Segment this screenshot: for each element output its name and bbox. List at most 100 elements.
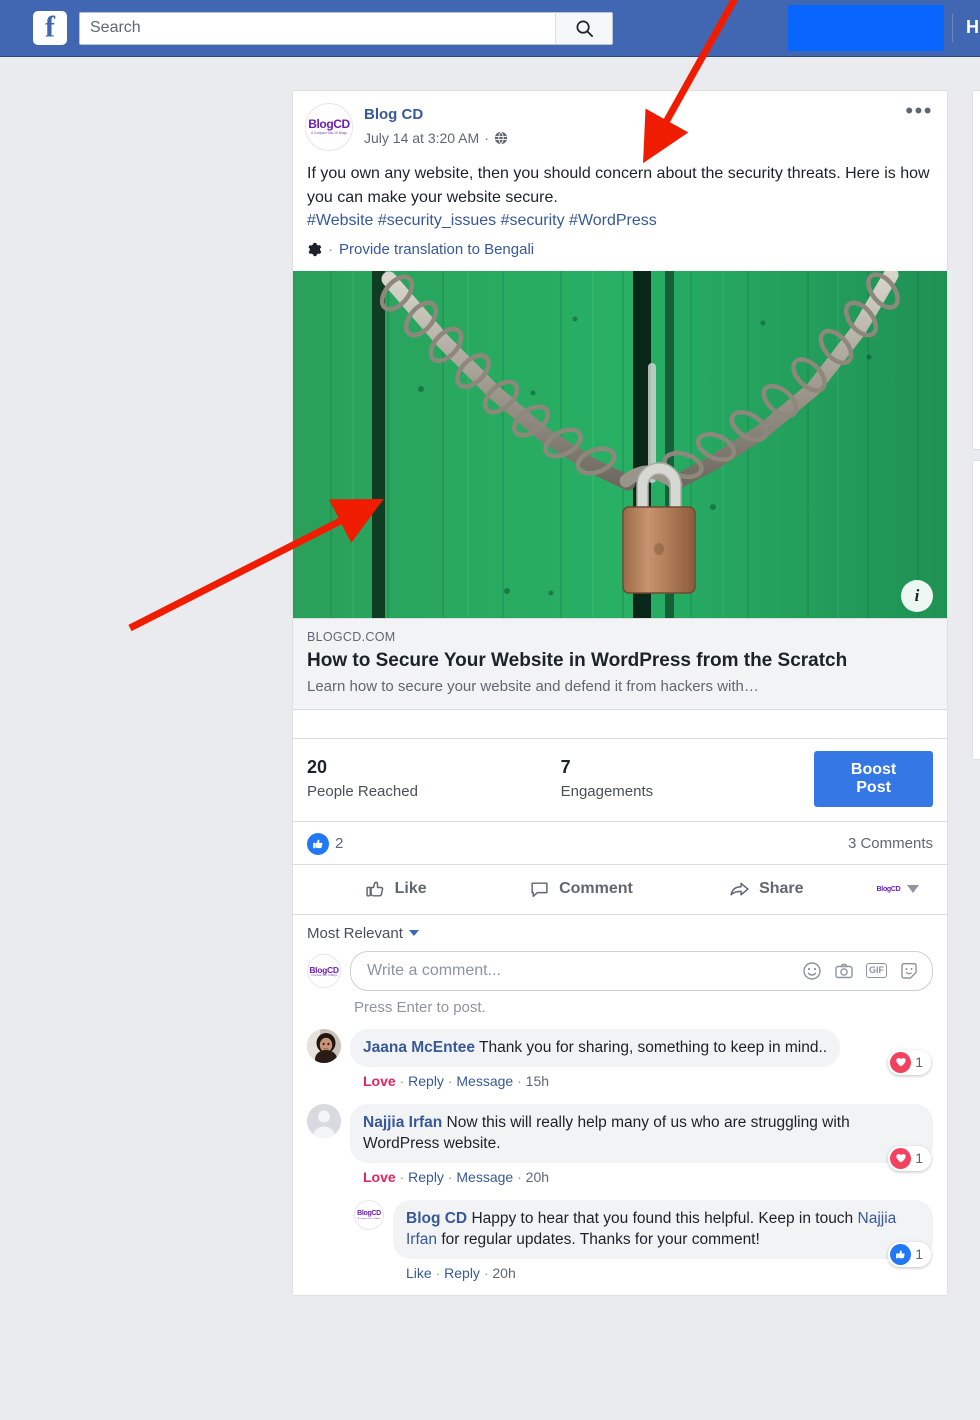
facebook-topbar: H	[0, 0, 980, 57]
share-button[interactable]: Share	[674, 869, 859, 910]
comments-count-link[interactable]: 3 Comments	[848, 835, 933, 852]
comment-actions: Love · Reply · Message · 15h	[350, 1072, 933, 1091]
comment-reaction-badge[interactable]: 1	[888, 1241, 931, 1267]
page-avatar[interactable]: BlogCD A Compact Disc Of Blogs	[305, 103, 353, 151]
comment-reply-link[interactable]: Reply	[444, 1265, 480, 1281]
comment-bubble: Jaana McEntee Thank you for sharing, som…	[350, 1028, 841, 1067]
search-input[interactable]	[80, 12, 555, 44]
post-timestamp[interactable]: July 14 at 3:20 AM	[364, 128, 479, 148]
boost-post-button[interactable]: Boost Post	[814, 750, 933, 807]
thumbs-up-icon	[890, 1243, 912, 1265]
comment-message-link[interactable]: Message	[456, 1169, 513, 1185]
reaction-badge-count: 1	[915, 1246, 923, 1262]
translate-link[interactable]: Provide translation to Bengali	[339, 241, 534, 258]
profile-photo	[307, 1028, 341, 1063]
reach-label: People Reached	[307, 782, 418, 800]
comment-actions: Like · Reply · 20h	[393, 1264, 933, 1283]
comment-timestamp[interactable]: 20h	[526, 1169, 549, 1185]
comment-reaction-badge[interactable]: 1	[888, 1049, 931, 1075]
comment-reaction-badge[interactable]: 1	[888, 1145, 931, 1171]
thumbs-up-icon[interactable]	[307, 832, 329, 855]
link-preview[interactable]: BLOGCD.COM How to Secure Your Website in…	[293, 617, 947, 710]
photo-info-button[interactable]: i	[901, 579, 933, 612]
camera-icon[interactable]	[834, 961, 854, 981]
comment-bubble: Najjia Irfan Now this will really help m…	[350, 1103, 933, 1163]
commenter-avatar[interactable]	[307, 1103, 341, 1138]
reaction-badge-count: 1	[915, 1054, 923, 1070]
nav-home-link[interactable]: H	[966, 17, 979, 38]
comment-sort-selector[interactable]: Most Relevant	[307, 925, 933, 951]
action-separator: ·	[483, 1264, 489, 1281]
action-separator: ·	[447, 1168, 453, 1185]
comment-timestamp[interactable]: 15h	[526, 1073, 549, 1089]
sticker-icon[interactable]	[899, 961, 919, 981]
commenter-avatar[interactable]	[307, 1028, 341, 1063]
right-column-card	[972, 90, 980, 450]
commenter-name[interactable]: Blog CD	[406, 1210, 467, 1227]
translate-separator: ·	[328, 240, 333, 258]
facebook-logo-icon[interactable]	[33, 11, 67, 45]
avatar-tagline: A Compact Disc Of Blogs	[357, 1217, 381, 1220]
chevron-down-icon[interactable]	[907, 885, 920, 893]
search-button[interactable]	[555, 12, 612, 44]
post-meta: July 14 at 3:20 AM ·	[364, 128, 508, 148]
heart-icon	[890, 1147, 912, 1169]
action-separator: ·	[435, 1264, 441, 1281]
share-button-label: Share	[759, 880, 804, 897]
avatar-logo-text: BlogCD	[308, 117, 350, 131]
press-enter-hint: Press Enter to post.	[354, 998, 486, 1016]
thumbs-up-outline-icon	[366, 881, 383, 897]
profile-chip[interactable]	[788, 5, 944, 51]
gif-icon[interactable]: GIF	[866, 963, 887, 978]
action-separator: ·	[447, 1072, 453, 1089]
post-hashtags[interactable]: #Website #security_issues #security #Wor…	[307, 212, 657, 229]
comment-timestamp[interactable]: 20h	[492, 1265, 515, 1281]
composer-avatar: BlogCD A Compact Disc Of Blogs	[307, 953, 341, 988]
post-action-bar: Like Comment Share BlogCD	[293, 863, 947, 914]
search-box[interactable]	[79, 11, 613, 45]
post-message: If you own any website, then you should …	[307, 165, 930, 206]
reaction-count[interactable]: 2	[335, 835, 343, 852]
globe-icon[interactable]	[494, 131, 508, 145]
post-header: BlogCD A Compact Disc Of Blogs Blog CD J…	[293, 91, 947, 151]
gear-icon[interactable]	[307, 242, 322, 257]
emoji-icon[interactable]	[802, 961, 822, 981]
comment-message-link[interactable]: Message	[456, 1073, 513, 1089]
insight-reach[interactable]: 20 People Reached	[307, 756, 561, 802]
link-domain: BLOGCD.COM	[307, 629, 396, 644]
post-card: BlogCD A Compact Disc Of Blogs Blog CD J…	[292, 90, 948, 1296]
translate-row: · Provide translation to Bengali	[293, 233, 947, 271]
reactions-row: 2 3 Comments	[293, 822, 947, 864]
page-name-link[interactable]: Blog CD	[364, 105, 508, 125]
comment-reaction-state[interactable]: Love	[363, 1073, 396, 1089]
engagements-value: 7	[560, 756, 571, 777]
meta-separator: ·	[484, 130, 489, 146]
comment-item: Najjia Irfan Now this will really help m…	[307, 1103, 933, 1187]
comment-input[interactable]	[367, 961, 802, 980]
comment-like-link[interactable]: Like	[406, 1265, 432, 1281]
default-profile-silhouette-icon	[307, 1103, 341, 1138]
commenter-name[interactable]: Jaana McEntee	[363, 1039, 475, 1056]
heart-icon	[890, 1051, 912, 1073]
like-button[interactable]: Like	[303, 869, 488, 910]
post-photo[interactable]: i	[293, 270, 947, 618]
comment-text-after: for regular updates. Thanks for your com…	[437, 1230, 760, 1248]
comment-reply-link[interactable]: Reply	[408, 1169, 444, 1185]
comment-reply-link[interactable]: Reply	[408, 1073, 444, 1089]
comment-bubble: Blog CD Happy to hear that you found thi…	[393, 1199, 933, 1259]
comment-button[interactable]: Comment	[488, 869, 673, 910]
share-as-page-logo: BlogCD	[876, 885, 901, 893]
like-button-label: Like	[394, 880, 427, 897]
post-options-button[interactable]: •••	[905, 100, 933, 122]
comment-input-box[interactable]: GIF	[350, 950, 933, 991]
action-separator: ·	[517, 1168, 522, 1185]
commenter-name[interactable]: Najjia Irfan	[363, 1114, 442, 1131]
nav-divider	[952, 14, 953, 42]
share-as-selector[interactable]: BlogCD	[859, 885, 937, 893]
insight-engagements[interactable]: 7 Engagements	[561, 756, 815, 802]
link-title[interactable]: How to Secure Your Website in WordPress …	[307, 648, 933, 673]
chained-green-door-image	[293, 270, 947, 618]
commenter-avatar[interactable]: BlogCD A Compact Disc Of Blogs	[354, 1199, 384, 1230]
comment-reaction-state[interactable]: Love	[363, 1169, 396, 1185]
avatar-tagline: A Compact Disc Of Blogs	[311, 974, 337, 977]
